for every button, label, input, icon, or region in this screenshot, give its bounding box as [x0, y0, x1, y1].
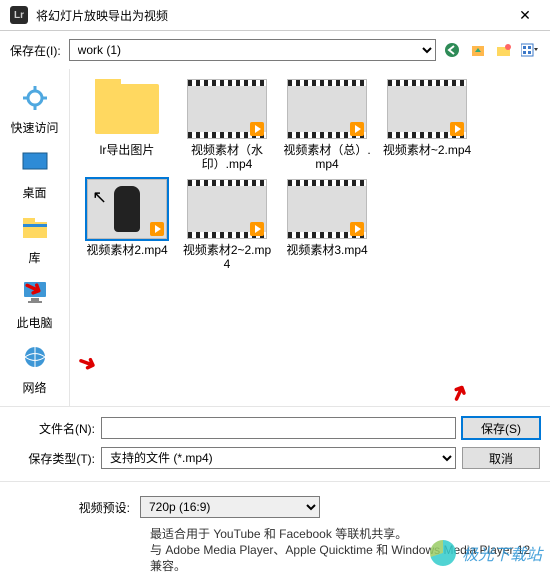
- file-name: 视频素材（总）.mp4: [280, 143, 374, 171]
- play-icon: [450, 122, 464, 136]
- up-icon[interactable]: [468, 40, 488, 60]
- toolbar: 保存在(I): work (1): [0, 31, 550, 69]
- play-icon: [350, 222, 364, 236]
- save-button[interactable]: 保存(S): [462, 417, 540, 439]
- preset-select[interactable]: 720p (16:9): [140, 496, 320, 518]
- view-icon[interactable]: [520, 40, 540, 60]
- filetype-select[interactable]: 支持的文件 (*.mp4): [101, 447, 456, 469]
- sidebar-item-label: 快速访问: [0, 119, 69, 136]
- back-icon[interactable]: [442, 40, 462, 60]
- sidebar-this-pc[interactable]: 此电脑: [0, 274, 69, 337]
- cancel-button[interactable]: 取消: [462, 447, 540, 469]
- video-item[interactable]: 视频素材~2.mp4: [380, 79, 474, 171]
- sidebar-item-label: 网络: [0, 379, 69, 396]
- folder-icon: [95, 84, 159, 134]
- new-folder-icon[interactable]: [494, 40, 514, 60]
- sidebar-item-label: 此电脑: [0, 314, 69, 331]
- cursor-icon: ↖: [92, 187, 107, 208]
- file-name: 视频素材2~2.mp4: [180, 243, 274, 271]
- video-item[interactable]: 视频素材2~2.mp4: [180, 179, 274, 271]
- sidebar: 快速访问 桌面 库 此电脑 网络: [0, 69, 70, 406]
- save-in-label: 保存在(I):: [10, 42, 61, 59]
- file-name: 视频素材~2.mp4: [380, 143, 474, 157]
- filetype-label: 保存类型(T):: [10, 450, 95, 467]
- titlebar: Lr 将幻灯片放映导出为视频 ✕: [0, 0, 550, 31]
- filename-label: 文件名(N):: [10, 420, 95, 437]
- file-name: 视频素材2.mp4: [80, 243, 174, 257]
- watermark: 极光下载站: [430, 540, 542, 566]
- sidebar-item-label: 库: [0, 249, 69, 266]
- window-title: 将幻灯片放映导出为视频: [36, 7, 510, 24]
- sidebar-library[interactable]: 库: [0, 209, 69, 272]
- file-name: lr导出图片: [80, 143, 174, 157]
- sidebar-network[interactable]: 网络: [0, 339, 69, 402]
- sidebar-desktop[interactable]: 桌面: [0, 144, 69, 207]
- play-icon: [250, 222, 264, 236]
- location-dropdown[interactable]: work (1): [69, 39, 436, 61]
- video-item[interactable]: 视频素材（水印）.mp4: [180, 79, 274, 171]
- file-name: 视频素材（水印）.mp4: [180, 143, 274, 171]
- preset-label: 视频预设:: [10, 499, 130, 516]
- watermark-icon: [430, 540, 456, 566]
- filename-input[interactable]: [101, 417, 456, 439]
- folder-item[interactable]: lr导出图片: [80, 79, 174, 171]
- sidebar-quick-access[interactable]: 快速访问: [0, 79, 69, 142]
- video-item[interactable]: 视频素材（总）.mp4: [280, 79, 374, 171]
- play-icon: [250, 122, 264, 136]
- file-area[interactable]: lr导出图片 视频素材（水印）.mp4 视频素材（总）.mp4 视频素材~2.m…: [70, 69, 550, 406]
- watermark-text: 极光下载站: [462, 541, 542, 565]
- sidebar-item-label: 桌面: [0, 184, 69, 201]
- app-logo: Lr: [10, 6, 28, 24]
- play-icon: [150, 222, 164, 236]
- file-name: 视频素材3.mp4: [280, 243, 374, 257]
- play-icon: [350, 122, 364, 136]
- close-button[interactable]: ✕: [510, 7, 540, 24]
- video-item[interactable]: 视频素材3.mp4: [280, 179, 374, 271]
